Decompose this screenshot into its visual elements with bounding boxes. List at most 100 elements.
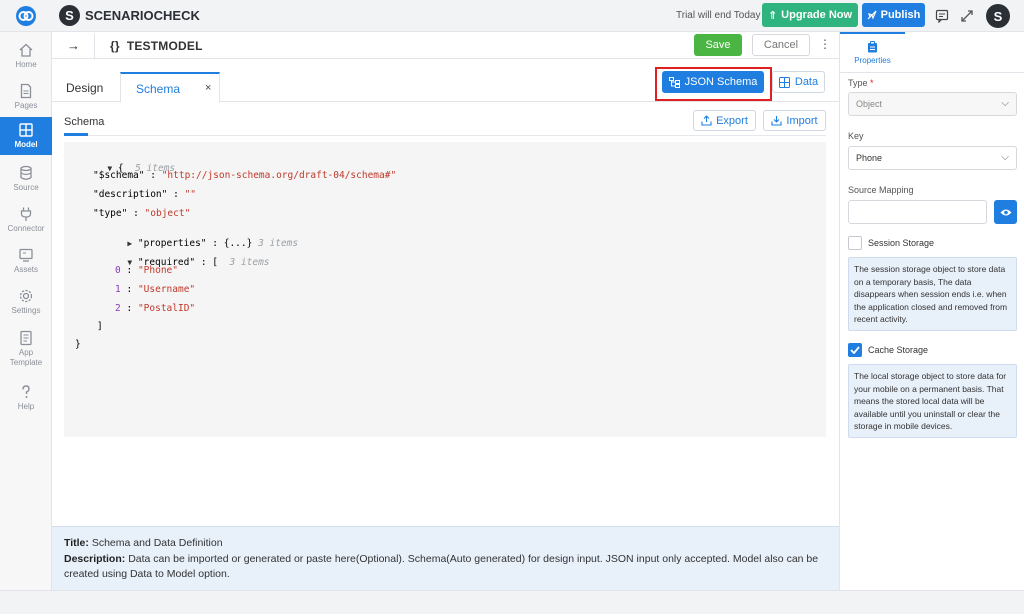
sidebar-item-home[interactable]: Home	[0, 36, 52, 76]
table-icon	[778, 76, 790, 88]
footer-bar	[0, 590, 1024, 614]
check-icon	[850, 346, 860, 354]
plug-icon	[20, 207, 32, 221]
sidebar-item-help[interactable]: Help	[0, 378, 52, 418]
chevron-down-icon: ⌵	[1001, 152, 1009, 163]
section-underline	[64, 133, 88, 136]
json-row-type: "type" : "object"	[93, 208, 191, 219]
braces-icon: {}	[110, 39, 120, 53]
pages-icon	[20, 83, 32, 99]
cache-storage-tip: The local storage object to store data f…	[848, 364, 1017, 438]
json-array-item: 2 : "PostalID"	[115, 303, 196, 314]
key-label: Key	[848, 131, 864, 141]
sidebar-item-pages[interactable]: Pages	[0, 77, 52, 117]
clipboard-icon	[868, 41, 877, 53]
publish-label: Publish	[880, 9, 921, 21]
info-title: Title: Schema and Data Definition	[64, 537, 223, 549]
import-button[interactable]: Import	[763, 110, 826, 131]
sidebar-item-label: Pages	[14, 101, 38, 110]
highlight-annotation	[655, 67, 772, 101]
app-logo[interactable]	[0, 0, 52, 32]
json-row-description: "description" : ""	[93, 189, 197, 200]
logo-icon	[16, 6, 36, 26]
sidebar-item-settings[interactable]: Settings	[0, 282, 52, 322]
model-title-text: TESTMODEL	[126, 39, 203, 53]
sidebar-item-app-template[interactable]: App Template	[0, 326, 52, 372]
model-header: → {} TESTMODEL Save Cancel ⋮	[52, 32, 839, 59]
data-button[interactable]: Data	[772, 71, 825, 93]
back-arrow-icon[interactable]: →	[67, 38, 80, 53]
tab-properties-label: Properties	[854, 56, 891, 65]
preview-button[interactable]	[994, 200, 1017, 224]
gear-icon	[19, 289, 33, 303]
model-title: {} TESTMODEL	[110, 39, 203, 53]
type-select-value: Object	[856, 99, 883, 109]
close-tab-icon[interactable]: ×	[205, 82, 211, 94]
upgrade-button[interactable]: ⇑ Upgrade Now	[762, 3, 858, 27]
properties-tab-divider	[840, 72, 1024, 73]
tab-properties[interactable]: Properties	[840, 32, 905, 72]
header-divider	[94, 34, 95, 58]
key-select[interactable]: Phone ⌵	[848, 146, 1017, 170]
left-sidebar: Home Pages Model Source Connector Assets…	[0, 32, 52, 590]
json-schema-viewer[interactable]: ▼ { 5 items "$schema" : "http://json-sch…	[64, 142, 826, 437]
import-icon	[771, 116, 782, 126]
properties-panel: Properties Type * Object ⌵ Key Phone ⌵ S…	[839, 32, 1024, 590]
monitor-icon	[19, 248, 33, 262]
cache-storage-label: Cache Storage	[868, 345, 929, 355]
sidebar-item-label: Connector	[7, 224, 45, 233]
session-storage-label: Session Storage	[868, 238, 935, 248]
data-label: Data	[794, 76, 819, 88]
json-array-close: ]	[97, 321, 103, 332]
section-divider	[64, 135, 826, 136]
tab-schema[interactable]: Schema ×	[120, 72, 220, 103]
trial-text: Trial will end Today	[676, 10, 761, 21]
upgrade-icon: ⇑	[767, 9, 778, 22]
export-button[interactable]: Export	[693, 110, 756, 131]
main-panel: → {} TESTMODEL Save Cancel ⋮ Design Sche…	[52, 32, 839, 590]
user-avatar[interactable]: S	[986, 4, 1010, 28]
schema-section-label: Schema	[64, 116, 105, 128]
json-root-close: }	[75, 339, 81, 350]
sidebar-item-label: App Template	[9, 348, 43, 367]
sidebar-item-source[interactable]: Source	[0, 159, 52, 199]
sidebar-item-model[interactable]: Model	[0, 117, 52, 155]
key-select-value: Phone	[856, 153, 883, 163]
import-label: Import	[786, 114, 818, 127]
app-name[interactable]: SCENARIOCHECK	[85, 8, 200, 23]
sidebar-item-assets[interactable]: Assets	[0, 241, 52, 281]
cancel-button[interactable]: Cancel	[752, 34, 810, 56]
app-avatar: S	[59, 5, 80, 26]
tab-design[interactable]: Design	[66, 81, 103, 95]
template-icon	[20, 330, 32, 346]
session-storage-checkbox[interactable]	[848, 236, 862, 250]
sidebar-item-label: Help	[17, 402, 35, 411]
tab-schema-label: Schema	[136, 82, 181, 96]
help-icon	[22, 385, 30, 398]
export-label: Export	[716, 114, 748, 127]
sidebar-item-label: Assets	[13, 265, 38, 274]
chevron-down-icon: ⌵	[1001, 98, 1009, 109]
info-box: Title: Schema and Data Definition Descri…	[52, 526, 839, 590]
source-mapping-label: Source Mapping	[848, 185, 914, 195]
json-array-item: 0 : "Phone"	[115, 265, 178, 276]
json-array-item: 1 : "Username"	[115, 284, 196, 295]
required-marker: *	[870, 78, 874, 88]
feedback-icon[interactable]	[934, 8, 950, 24]
expand-icon[interactable]	[959, 8, 975, 24]
more-options-icon[interactable]: ⋮	[819, 37, 831, 51]
sidebar-item-label: Model	[14, 140, 38, 149]
home-icon	[19, 43, 33, 57]
type-select[interactable]: Object ⌵	[848, 92, 1017, 116]
session-storage-tip: The session storage object to store data…	[848, 257, 1017, 331]
sidebar-item-label: Source	[13, 183, 39, 192]
type-label: Type *	[848, 78, 874, 88]
eye-icon	[1000, 209, 1011, 215]
publish-button[interactable]: Publish	[862, 3, 925, 27]
info-description: Description: Data can be imported or gen…	[64, 552, 819, 581]
sidebar-item-connector[interactable]: Connector	[0, 200, 52, 240]
source-mapping-input[interactable]	[848, 200, 987, 224]
sidebar-item-label: Settings	[11, 306, 41, 315]
save-button[interactable]: Save	[694, 34, 742, 56]
cache-storage-checkbox[interactable]	[848, 343, 862, 357]
